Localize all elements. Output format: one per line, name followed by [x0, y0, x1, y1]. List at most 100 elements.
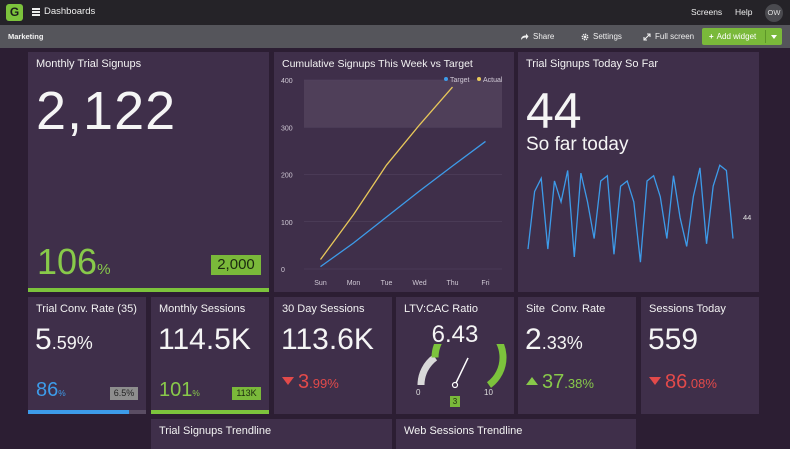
legend-label: Target — [450, 77, 470, 84]
dashboard-toolbar: Marketing Share Settings Full screen — [0, 25, 790, 48]
change-int: 3 — [298, 371, 310, 393]
add-widget-label: Add widget — [716, 32, 757, 41]
sessions-today-widget[interactable]: Sessions Today 559 86.08% — [641, 297, 759, 414]
percent-suffix: % — [192, 388, 200, 398]
share-label: Share — [533, 32, 555, 41]
change-dec: .08% — [687, 376, 717, 391]
site-conv-rate-widget[interactable]: Site Conv. Rate 2.33% 37.38% — [518, 297, 636, 414]
signups-today-sparkline: 44 — [527, 164, 751, 263]
fullscreen-button[interactable]: Full screen — [643, 32, 694, 41]
site-conv-value: 2.33% — [525, 323, 583, 357]
sparkline-last-value: 44 — [743, 213, 751, 222]
widget-title: Trial Signups Today So Far — [526, 58, 659, 70]
monthly-sessions-value: 114.5K — [158, 323, 251, 356]
gauge-max-label: 10 — [484, 388, 493, 397]
progress-bar — [28, 410, 130, 414]
y-tick-label: 300 — [281, 125, 293, 132]
button-divider — [765, 30, 766, 43]
y-tick-label: 200 — [281, 173, 293, 180]
cumulative-line-chart: 0 100 200 300 400 Sun Mon Tue Wed Thu Fri Target Act… — [281, 77, 503, 287]
share-button[interactable]: Share — [520, 32, 554, 41]
gauge-min-label: 0 — [416, 388, 421, 397]
conv-rate-value: 5.59% — [35, 323, 93, 357]
expand-icon — [643, 32, 651, 41]
trial-conv-rate-widget[interactable]: Trial Conv. Rate (35) 5.59% 86% 6.5% — [28, 297, 146, 414]
target-badge: 113K — [232, 387, 261, 400]
sparkline-series — [527, 164, 734, 263]
dashboards-label: Dashboards — [44, 6, 96, 17]
y-tick-label: 0 — [281, 267, 285, 274]
percent-suffix: % — [97, 261, 111, 278]
widget-title: 30 Day Sessions — [282, 303, 365, 315]
monthly-sessions-widget[interactable]: Monthly Sessions 114.5K 101% 113K — [151, 297, 269, 414]
help-link[interactable]: Help — [735, 7, 752, 17]
x-tick-label: Wed — [412, 280, 426, 287]
settings-label: Settings — [593, 32, 622, 41]
legend-marker — [444, 77, 448, 81]
web-sessions-trendline-widget[interactable]: Web Sessions Trendline — [396, 419, 636, 449]
change-dec: .99% — [309, 376, 339, 391]
dropdown-caret-icon[interactable] — [771, 35, 777, 39]
dashboards-menu-button[interactable]: Dashboards — [32, 6, 95, 17]
x-tick-label: Thu — [446, 280, 458, 287]
target-badge: 6.5% — [110, 387, 138, 400]
value-int: 2 — [525, 323, 542, 356]
series-line-target — [320, 140, 486, 268]
30-day-sessions-value: 113.6K — [281, 323, 374, 356]
ltv-cac-widget[interactable]: LTV:CAC Ratio 6.43 0 10 3 — [396, 297, 514, 414]
hamburger-icon — [32, 8, 40, 16]
settings-button[interactable]: Settings — [581, 32, 622, 41]
y-tick-label: 100 — [281, 220, 293, 227]
legend-marker — [477, 77, 481, 81]
signups-today-widget[interactable]: Trial Signups Today So Far 44 So far tod… — [518, 52, 759, 292]
x-tick-label: Tue — [381, 280, 393, 287]
top-bar: G Dashboards Screens Help OW — [0, 0, 790, 25]
add-widget-content: + Add widget — [709, 32, 756, 41]
target-badge: 2,000 — [211, 255, 261, 275]
30-day-sessions-change: 3.99% — [282, 371, 339, 394]
value-dec: .33% — [541, 333, 583, 353]
gauge-target-badge: 3 — [450, 396, 460, 407]
percent-number: 101 — [159, 379, 193, 401]
widget-title: Monthly Trial Signups — [36, 58, 142, 70]
value-dec: .59% — [51, 333, 93, 353]
widget-title: Sessions Today — [649, 303, 726, 315]
screens-link[interactable]: Screens — [691, 7, 722, 17]
value-int: 5 — [35, 323, 52, 356]
geckoboard-logo[interactable]: G — [6, 4, 23, 21]
signups-trendline-widget[interactable]: Trial Signups Trendline — [151, 419, 392, 449]
change-int: 37 — [542, 371, 565, 393]
add-widget-button[interactable]: + Add widget — [702, 28, 782, 45]
y-tick-label: 400 — [281, 78, 293, 85]
sessions-today-value: 559 — [648, 323, 699, 356]
widget-title: Trial Signups Trendline — [159, 425, 272, 437]
percent-suffix: % — [58, 388, 66, 398]
avatar[interactable]: OW — [765, 4, 783, 22]
gauge-pivot — [451, 381, 459, 389]
down-arrow-icon — [649, 377, 661, 385]
gear-icon — [581, 33, 589, 40]
progress-bar — [28, 288, 269, 292]
change-dec: .38% — [564, 376, 594, 391]
dashboard-title: Marketing — [8, 32, 44, 41]
up-arrow-icon — [526, 377, 538, 385]
change-int: 86 — [665, 371, 688, 393]
signups-today-value: 44 — [526, 83, 582, 139]
30-day-sessions-widget[interactable]: 30 Day Sessions 113.6K 3.99% — [274, 297, 392, 414]
monthly-signups-value: 2,122 — [36, 81, 177, 141]
cumulative-signups-widget[interactable]: Cumulative Signups This Week vs Target 0… — [274, 52, 514, 292]
monthly-sessions-percent: 101% — [159, 379, 200, 402]
x-tick-label: Sun — [314, 280, 327, 287]
percent-number: 106 — [37, 241, 98, 282]
sessions-today-change: 86.08% — [649, 371, 717, 394]
share-icon — [521, 33, 529, 40]
target-band — [304, 80, 502, 128]
monthly-signups-widget[interactable]: Monthly Trial Signups 2,122 106% 2,000 — [28, 52, 269, 292]
widget-title: Site Conv. Rate — [526, 303, 606, 315]
site-conv-change: 37.38% — [526, 371, 594, 394]
gauge-low-arc — [417, 354, 438, 386]
x-tick-label: Fri — [481, 280, 490, 287]
percent-number: 86 — [36, 379, 59, 401]
legend-label: Actual — [483, 77, 503, 84]
conv-rate-percent: 86% — [36, 379, 66, 402]
